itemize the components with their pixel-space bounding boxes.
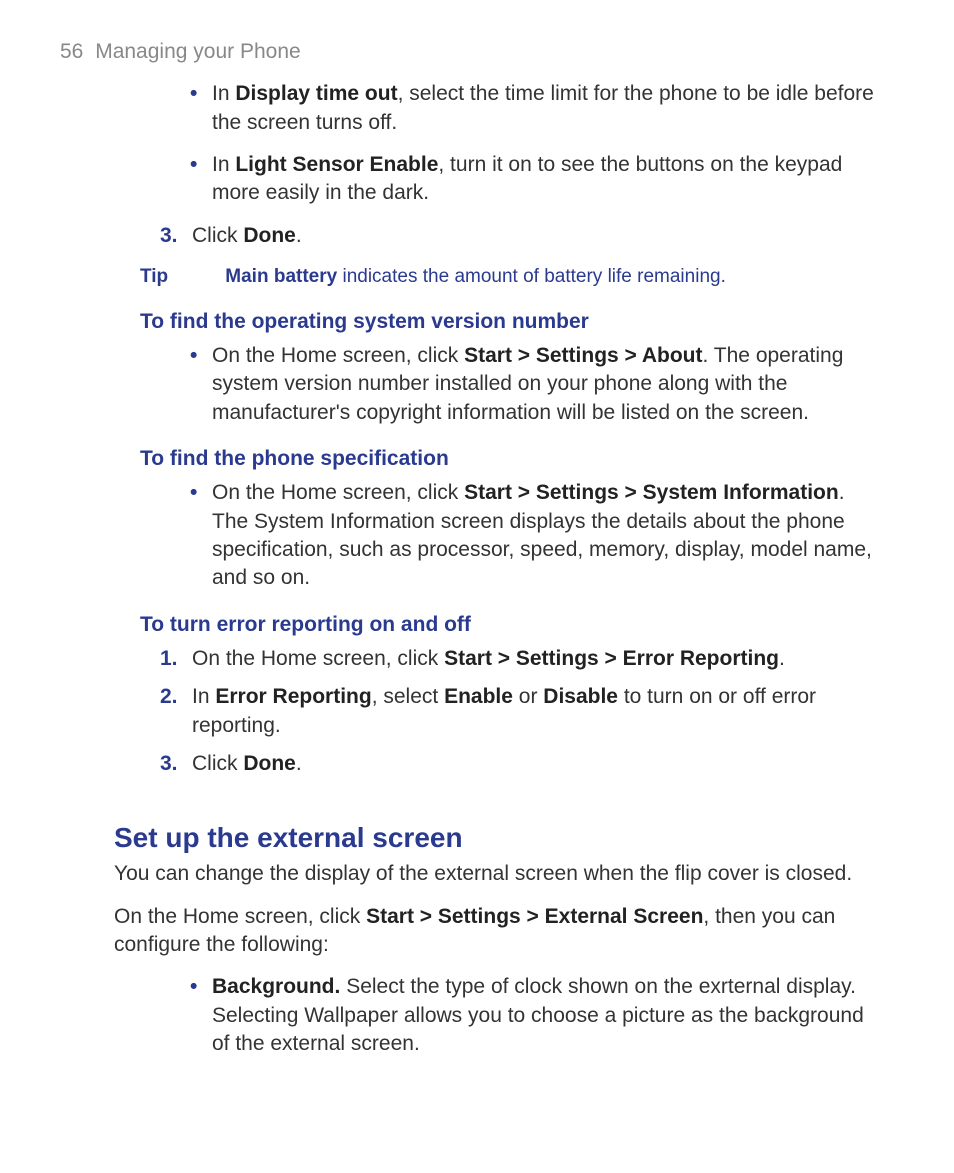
text: On the Home screen, click xyxy=(212,481,464,504)
tip-row: Tip Main battery indicates the amount of… xyxy=(140,264,874,290)
bullet-os-version: On the Home screen, click Start > Settin… xyxy=(190,342,874,427)
step-number: 3. xyxy=(160,222,178,250)
bold: Done xyxy=(243,752,296,775)
step-number: 3. xyxy=(160,750,178,778)
page-number: 56 xyxy=(60,40,83,63)
bold: Light Sensor Enable xyxy=(235,153,438,176)
text: . xyxy=(296,224,302,247)
step-3: 3. Click Done. xyxy=(160,750,874,778)
tip-label: Tip xyxy=(140,264,220,290)
bold: Done xyxy=(243,224,296,247)
text: . xyxy=(296,752,302,775)
bold: Background. xyxy=(212,975,340,998)
heading-error-reporting: To turn error reporting on and off xyxy=(140,611,894,639)
bold: Start > Settings > External Screen xyxy=(366,905,703,928)
external-screen-path: On the Home screen, click Start > Settin… xyxy=(114,903,874,960)
tip-bold: Main battery xyxy=(225,266,337,287)
bullet-light-sensor: In Light Sensor Enable, turn it on to se… xyxy=(190,151,874,208)
step-number: 2. xyxy=(160,683,178,711)
bullet-phone-spec: On the Home screen, click Start > Settin… xyxy=(190,479,874,592)
section-title: Managing your Phone xyxy=(95,40,300,63)
bold: Enable xyxy=(444,685,513,708)
bold: Start > Settings > About xyxy=(464,344,702,367)
text: Click xyxy=(192,752,243,775)
error-reporting-steps: 1. On the Home screen, click Start > Set… xyxy=(160,645,874,778)
text: On the Home screen, click xyxy=(114,905,366,928)
text: In xyxy=(212,153,235,176)
bold: Error Reporting xyxy=(215,685,371,708)
step-2: 2. In Error Reporting, select Enable or … xyxy=(160,683,874,740)
text: On the Home screen, click xyxy=(212,344,464,367)
step-1: 1. On the Home screen, click Start > Set… xyxy=(160,645,874,673)
intro-bullets: In Display time out, select the time lim… xyxy=(190,80,874,207)
tip-text: indicates the amount of battery life rem… xyxy=(337,266,726,287)
bullet-display-timeout: In Display time out, select the time lim… xyxy=(190,80,874,137)
text: Click xyxy=(192,224,243,247)
text: On the Home screen, click xyxy=(192,647,444,670)
text: . xyxy=(779,647,785,670)
bold: Start > Settings > System Information xyxy=(464,481,839,504)
bold: Display time out xyxy=(235,82,397,105)
heading-phone-spec: To find the phone specification xyxy=(140,445,894,473)
bold: Start > Settings > Error Reporting xyxy=(444,647,779,670)
external-screen-bullets: Background. Select the type of clock sho… xyxy=(190,973,874,1058)
heading-os-version: To find the operating system version num… xyxy=(140,308,894,336)
phone-spec-bullets: On the Home screen, click Start > Settin… xyxy=(190,479,874,592)
text: or xyxy=(513,685,543,708)
step-number: 1. xyxy=(160,645,178,673)
step-list-done: 3. Click Done. xyxy=(160,222,874,250)
heading-external-screen: Set up the external screen xyxy=(114,819,894,857)
page-header: 56 Managing your Phone xyxy=(60,38,894,66)
bold: Disable xyxy=(543,685,618,708)
step-3: 3. Click Done. xyxy=(160,222,874,250)
text: , select xyxy=(372,685,444,708)
external-screen-intro: You can change the display of the extern… xyxy=(114,860,874,888)
text: In xyxy=(212,82,235,105)
bullet-background: Background. Select the type of clock sho… xyxy=(190,973,874,1058)
text: In xyxy=(192,685,215,708)
os-version-bullets: On the Home screen, click Start > Settin… xyxy=(190,342,874,427)
